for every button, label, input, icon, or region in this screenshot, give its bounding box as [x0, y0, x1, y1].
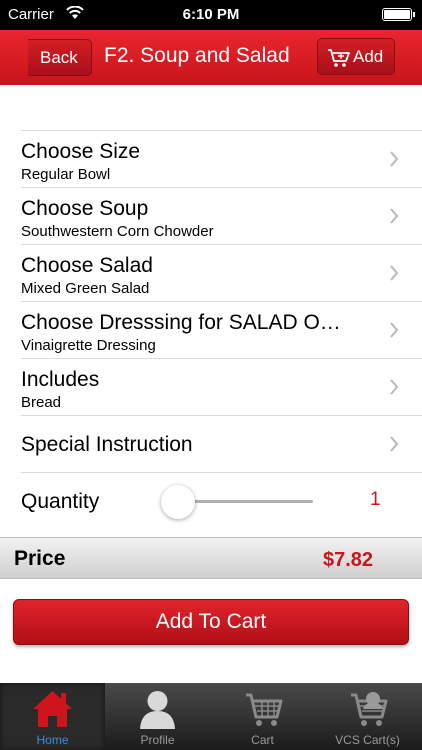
- add-button[interactable]: Add: [317, 38, 395, 75]
- option-title: Choose Soup: [21, 197, 149, 220]
- back-button[interactable]: Back: [28, 39, 92, 76]
- option-title: Choose Salad: [21, 254, 153, 277]
- option-value: Vinaigrette Dressing: [21, 337, 156, 354]
- quantity-value: 1: [370, 489, 381, 510]
- home-icon: [33, 691, 72, 727]
- battery-icon: [382, 8, 415, 21]
- cart-icon: [246, 693, 283, 726]
- tab-vcs-carts[interactable]: VCS Cart(s): [315, 683, 420, 750]
- special-instruction-row[interactable]: Special Instruction: [21, 415, 422, 472]
- price-label: Price: [14, 547, 66, 570]
- option-title: Choose Size: [21, 140, 141, 163]
- option-value: Bread: [21, 394, 62, 411]
- tab-label: VCS Cart(s): [335, 733, 400, 747]
- tab-profile[interactable]: Profile: [105, 683, 210, 750]
- special-instruction-label: Special Instruction: [21, 433, 193, 456]
- chevron-right-icon: [390, 265, 399, 281]
- option-value: Mixed Green Salad: [21, 280, 150, 297]
- cart-add-icon: [328, 49, 350, 67]
- options-list: Choose Size Regular Bowl Choose Soup Sou…: [0, 130, 422, 530]
- back-button-label: Back: [40, 48, 78, 67]
- vcs-cart-icon: [351, 692, 388, 726]
- tab-bar: Home Profile Cart VCS Cart(s): [0, 683, 422, 750]
- add-button-label: Add: [353, 47, 384, 66]
- tab-home[interactable]: Home: [0, 683, 105, 750]
- quantity-slider-thumb[interactable]: [161, 485, 195, 519]
- tab-label: Cart: [251, 733, 274, 747]
- tab-label: Profile: [140, 733, 175, 747]
- option-row-dressing[interactable]: Choose Dresssing for SALAD O… Vinaigrett…: [21, 301, 422, 358]
- option-row-includes[interactable]: Includes Bread: [21, 358, 422, 415]
- option-value: Regular Bowl: [21, 166, 111, 183]
- quantity-row: Quantity 1: [21, 472, 422, 530]
- option-row-soup[interactable]: Choose Soup Southwestern Corn Chowder: [21, 187, 422, 244]
- navigation-bar: Back F2. Soup and Salad Add: [0, 30, 422, 85]
- tab-cart[interactable]: Cart: [210, 683, 315, 750]
- tab-label: Home: [36, 733, 69, 747]
- option-row-size[interactable]: Choose Size Regular Bowl: [21, 130, 422, 187]
- add-to-cart-button[interactable]: Add To Cart: [13, 599, 409, 645]
- page-title: F2. Soup and Salad: [104, 44, 290, 67]
- chevron-right-icon: [390, 151, 399, 167]
- chevron-right-icon: [390, 379, 399, 395]
- chevron-right-icon: [390, 208, 399, 224]
- profile-icon: [140, 691, 175, 729]
- price-bar: Price $7.82: [0, 537, 422, 579]
- clock: 6:10 PM: [182, 6, 240, 23]
- option-row-salad[interactable]: Choose Salad Mixed Green Salad: [21, 244, 422, 301]
- option-title: Choose Dresssing for SALAD O…: [21, 311, 341, 334]
- option-title: Includes: [21, 368, 100, 391]
- status-bar: Carrier 6:10 PM: [0, 0, 422, 30]
- quantity-label: Quantity: [21, 490, 100, 513]
- option-value: Southwestern Corn Chowder: [21, 223, 214, 240]
- price-value: $7.82: [323, 549, 374, 571]
- chevron-right-icon: [390, 436, 399, 452]
- chevron-right-icon: [390, 322, 399, 338]
